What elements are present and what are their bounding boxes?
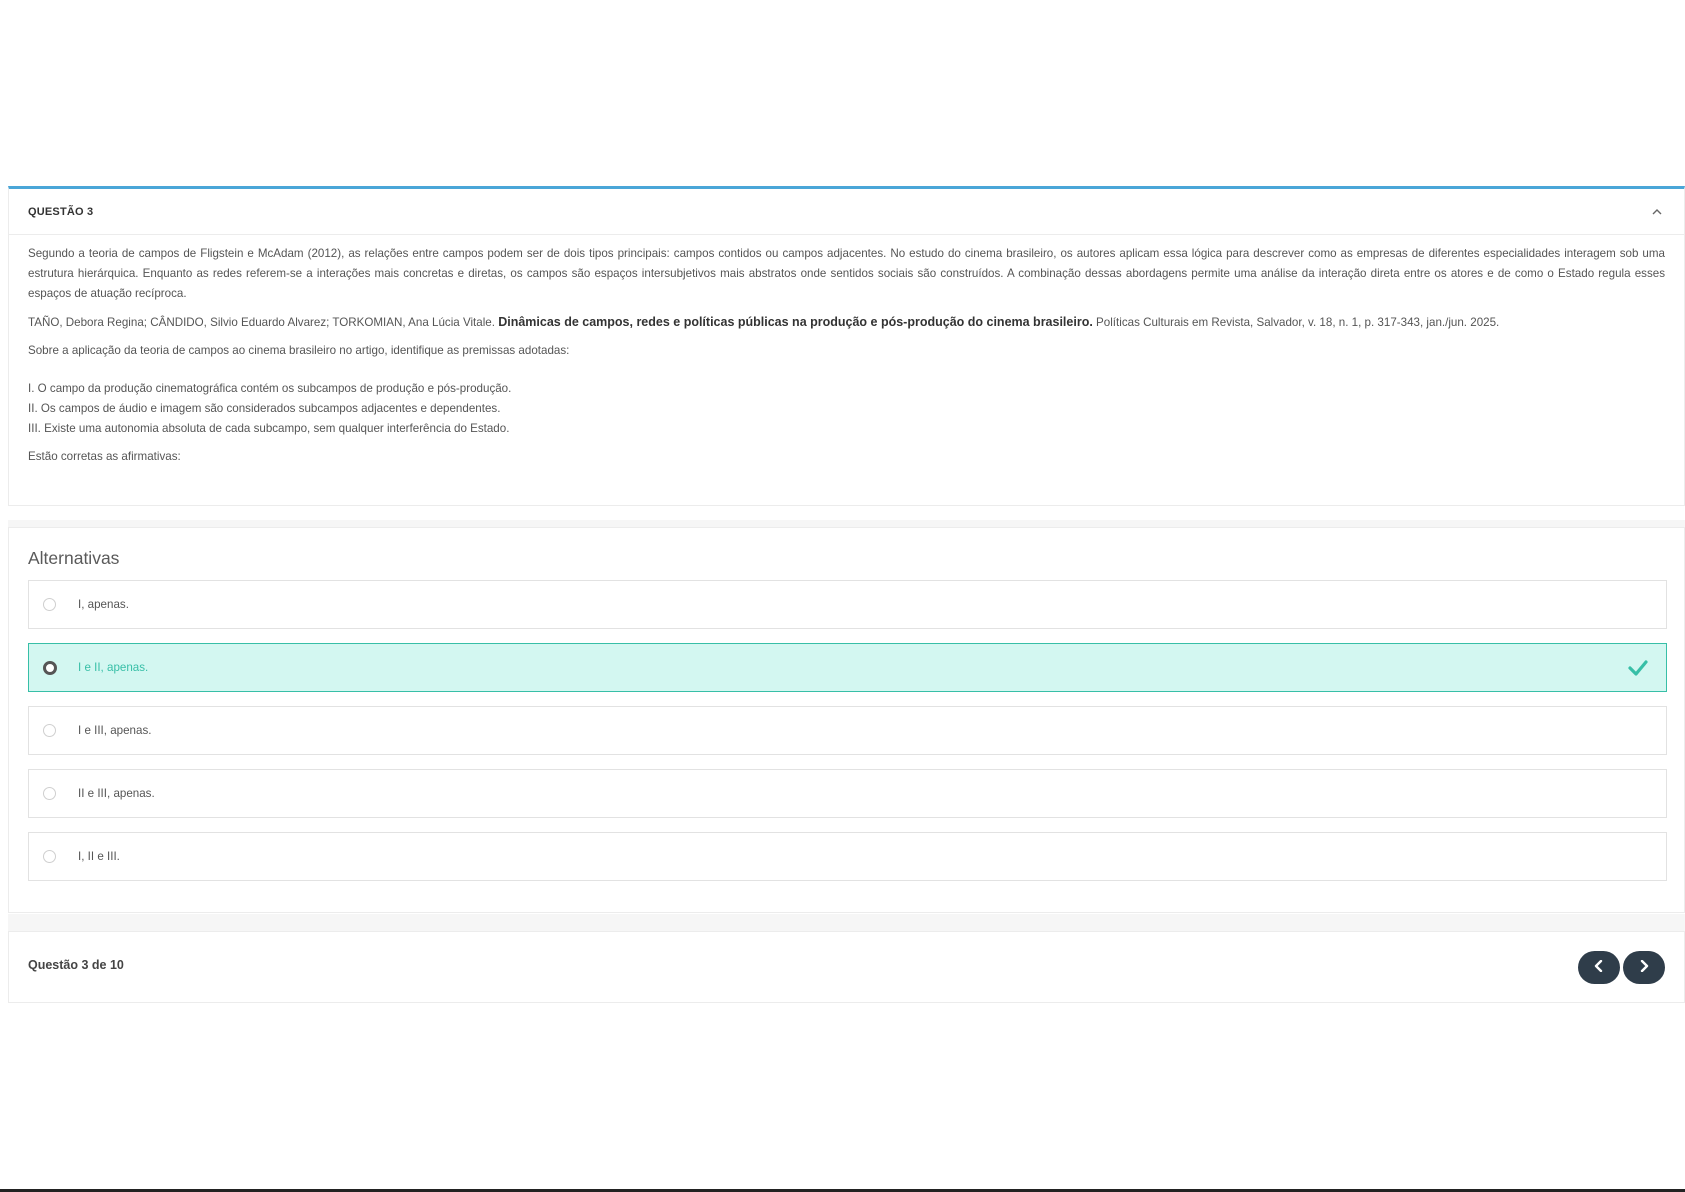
alternative-label: I e III, apenas. <box>78 724 152 737</box>
reference-title: Dinâmicas de campos, redes e políticas p… <box>498 315 1093 329</box>
question-prompt: Sobre a aplicação da teoria de campos ao… <box>28 344 570 357</box>
alternative-option-selected[interactable]: I e II, apenas. <box>28 643 1667 692</box>
chevron-up-icon[interactable] <box>1650 205 1664 219</box>
chevron-left-icon <box>1594 959 1604 975</box>
question-title: QUESTÃO 3 <box>28 205 94 218</box>
alternative-option[interactable]: I, II e III. <box>28 832 1667 881</box>
alternative-option[interactable]: II e III, apenas. <box>28 769 1667 818</box>
radio-button[interactable] <box>43 724 56 737</box>
premise-list: I. O campo da produção cinematográfica c… <box>28 379 1665 439</box>
alternatives-title: Alternativas <box>28 548 120 568</box>
premise-item: III. Existe uma autonomia absoluta de ca… <box>28 422 510 435</box>
alternatives-list: I, apenas. I e II, apenas. I e III, apen… <box>28 580 1667 895</box>
next-question-button[interactable] <box>1623 951 1665 984</box>
question-header[interactable]: QUESTÃO 3 <box>9 189 1684 235</box>
alternatives-card: Alternativas I, apenas. I e II, apenas. … <box>8 520 1685 913</box>
alternative-label: I, II e III. <box>78 850 120 863</box>
question-card: QUESTÃO 3 Segundo a teoria de campos de … <box>8 186 1685 506</box>
radio-button[interactable] <box>43 598 56 611</box>
checkmark-icon <box>1628 658 1648 678</box>
chevron-right-icon <box>1639 959 1649 975</box>
question-paragraph: Segundo a teoria de campos de Fligstein … <box>28 247 1665 300</box>
question-counter: Questão 3 de 10 <box>28 958 124 972</box>
previous-question-button[interactable] <box>1578 951 1620 984</box>
alternative-label: II e III, apenas. <box>78 787 155 800</box>
reference-authors: TAÑO, Debora Regina; CÂNDIDO, Silvio Edu… <box>28 316 495 329</box>
pagination-footer: Questão 3 de 10 <box>8 914 1685 1003</box>
alternative-label: I e II, apenas. <box>78 661 149 674</box>
radio-button[interactable] <box>43 850 56 863</box>
question-body: Segundo a teoria de campos de Fligstein … <box>9 235 1684 467</box>
alternative-option[interactable]: I, apenas. <box>28 580 1667 629</box>
question-reference: TAÑO, Debora Regina; CÂNDIDO, Silvio Edu… <box>28 312 1665 333</box>
premise-item: II. Os campos de áudio e imagem são cons… <box>28 402 501 415</box>
question-closing: Estão corretas as afirmativas: <box>28 450 181 463</box>
reference-source: Políticas Culturais em Revista, Salvador… <box>1096 316 1500 329</box>
radio-button[interactable] <box>43 787 56 800</box>
radio-button-checked[interactable] <box>43 660 57 675</box>
premise-item: I. O campo da produção cinematográfica c… <box>28 382 512 395</box>
alternative-option[interactable]: I e III, apenas. <box>28 706 1667 755</box>
alternative-label: I, apenas. <box>78 598 129 611</box>
